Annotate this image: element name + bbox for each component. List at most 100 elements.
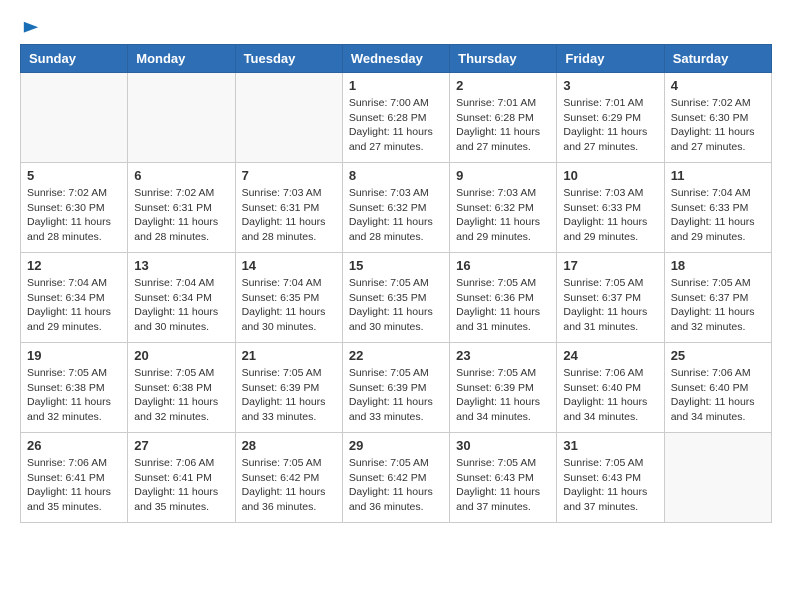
day-number: 30 — [456, 438, 550, 453]
day-number: 27 — [134, 438, 228, 453]
header — [20, 20, 772, 34]
day-info: Sunrise: 7:02 AM Sunset: 6:31 PM Dayligh… — [134, 186, 228, 245]
day-info: Sunrise: 7:05 AM Sunset: 6:38 PM Dayligh… — [27, 366, 121, 425]
day-info: Sunrise: 7:06 AM Sunset: 6:41 PM Dayligh… — [134, 456, 228, 515]
calendar-cell: 11Sunrise: 7:04 AM Sunset: 6:33 PM Dayli… — [664, 163, 771, 253]
day-info: Sunrise: 7:05 AM Sunset: 6:43 PM Dayligh… — [563, 456, 657, 515]
day-number: 15 — [349, 258, 443, 273]
calendar-cell: 8 Sunrise: 7:03 AM Sunset: 6:32 PM Daylig… — [342, 163, 449, 253]
calendar-cell: 28 Sunrise: 7:05 AM Sunset: 6:42 PM Dayli… — [235, 433, 342, 523]
day-info: Sunrise: 7:06 AM Sunset: 6:40 PM Dayligh… — [671, 366, 765, 425]
day-number: 14 — [242, 258, 336, 273]
calendar-cell — [664, 433, 771, 523]
day-number: 2 — [456, 78, 550, 93]
day-number: 13 — [134, 258, 228, 273]
day-info: Sunrise: 7:06 AM Sunset: 6:41 PM Dayligh… — [27, 456, 121, 515]
day-number: 17 — [563, 258, 657, 273]
day-number: 4 — [671, 78, 765, 93]
calendar-cell: 18 Sunrise: 7:05 AM Sunset: 6:37 PM Dayli… — [664, 253, 771, 343]
day-number: 12 — [27, 258, 121, 273]
calendar-cell: 3 Sunrise: 7:01 AM Sunset: 6:29 PM Daylig… — [557, 73, 664, 163]
day-number: 22 — [349, 348, 443, 363]
day-number: 10 — [563, 168, 657, 183]
calendar-cell: 29 Sunrise: 7:05 AM Sunset: 6:42 PM Dayli… — [342, 433, 449, 523]
day-info: Sunrise: 7:03 AM Sunset: 6:32 PM Dayligh… — [456, 186, 550, 245]
day-number: 6 — [134, 168, 228, 183]
day-info: Sunrise: 7:05 AM Sunset: 6:37 PM Dayligh… — [563, 276, 657, 335]
day-number: 23 — [456, 348, 550, 363]
day-info: Sunrise: 7:05 AM Sunset: 6:42 PM Dayligh… — [349, 456, 443, 515]
logo-flag-icon — [22, 20, 40, 38]
calendar-cell: 20Sunrise: 7:05 AM Sunset: 6:38 PM Dayli… — [128, 343, 235, 433]
calendar-cell: 5 Sunrise: 7:02 AM Sunset: 6:30 PM Daylig… — [21, 163, 128, 253]
day-number: 3 — [563, 78, 657, 93]
day-info: Sunrise: 7:05 AM Sunset: 6:38 PM Dayligh… — [134, 366, 228, 425]
day-number: 21 — [242, 348, 336, 363]
calendar-week-row-4: 19 Sunrise: 7:05 AM Sunset: 6:38 PM Dayli… — [21, 343, 772, 433]
day-number: 31 — [563, 438, 657, 453]
calendar-header-tuesday: Tuesday — [235, 45, 342, 73]
calendar-cell: 6 Sunrise: 7:02 AM Sunset: 6:31 PM Daylig… — [128, 163, 235, 253]
day-number: 19 — [27, 348, 121, 363]
day-info: Sunrise: 7:05 AM Sunset: 6:43 PM Dayligh… — [456, 456, 550, 515]
calendar-header-row: SundayMondayTuesdayWednesdayThursdayFrid… — [21, 45, 772, 73]
calendar-table: SundayMondayTuesdayWednesdayThursdayFrid… — [20, 44, 772, 523]
calendar-cell: 16 Sunrise: 7:05 AM Sunset: 6:36 PM Dayli… — [450, 253, 557, 343]
day-info: Sunrise: 7:05 AM Sunset: 6:42 PM Dayligh… — [242, 456, 336, 515]
day-info: Sunrise: 7:04 AM Sunset: 6:34 PM Dayligh… — [27, 276, 121, 335]
day-number: 26 — [27, 438, 121, 453]
calendar-header-wednesday: Wednesday — [342, 45, 449, 73]
day-info: Sunrise: 7:05 AM Sunset: 6:36 PM Dayligh… — [456, 276, 550, 335]
calendar-week-row-5: 26 Sunrise: 7:06 AM Sunset: 6:41 PM Dayli… — [21, 433, 772, 523]
logo — [20, 20, 40, 34]
calendar-header-sunday: Sunday — [21, 45, 128, 73]
day-info: Sunrise: 7:01 AM Sunset: 6:28 PM Dayligh… — [456, 96, 550, 155]
calendar-cell: 22 Sunrise: 7:05 AM Sunset: 6:39 PM Dayli… — [342, 343, 449, 433]
day-number: 29 — [349, 438, 443, 453]
day-number: 16 — [456, 258, 550, 273]
day-info: Sunrise: 7:03 AM Sunset: 6:31 PM Dayligh… — [242, 186, 336, 245]
day-info: Sunrise: 7:01 AM Sunset: 6:29 PM Dayligh… — [563, 96, 657, 155]
day-info: Sunrise: 7:05 AM Sunset: 6:35 PM Dayligh… — [349, 276, 443, 335]
calendar-cell: 9 Sunrise: 7:03 AM Sunset: 6:32 PM Daylig… — [450, 163, 557, 253]
calendar-cell: 26 Sunrise: 7:06 AM Sunset: 6:41 PM Dayli… — [21, 433, 128, 523]
calendar-cell: 23 Sunrise: 7:05 AM Sunset: 6:39 PM Dayli… — [450, 343, 557, 433]
calendar-cell: 25 Sunrise: 7:06 AM Sunset: 6:40 PM Dayli… — [664, 343, 771, 433]
day-number: 24 — [563, 348, 657, 363]
calendar-cell: 13 Sunrise: 7:04 AM Sunset: 6:34 PM Dayli… — [128, 253, 235, 343]
day-info: Sunrise: 7:06 AM Sunset: 6:40 PM Dayligh… — [563, 366, 657, 425]
calendar-cell — [128, 73, 235, 163]
calendar-cell: 24 Sunrise: 7:06 AM Sunset: 6:40 PM Dayli… — [557, 343, 664, 433]
day-info: Sunrise: 7:04 AM Sunset: 6:34 PM Dayligh… — [134, 276, 228, 335]
day-info: Sunrise: 7:05 AM Sunset: 6:39 PM Dayligh… — [349, 366, 443, 425]
calendar-header-saturday: Saturday — [664, 45, 771, 73]
day-info: Sunrise: 7:05 AM Sunset: 6:39 PM Dayligh… — [456, 366, 550, 425]
calendar-cell: 19 Sunrise: 7:05 AM Sunset: 6:38 PM Dayli… — [21, 343, 128, 433]
day-info: Sunrise: 7:02 AM Sunset: 6:30 PM Dayligh… — [27, 186, 121, 245]
calendar-cell: 7 Sunrise: 7:03 AM Sunset: 6:31 PM Daylig… — [235, 163, 342, 253]
day-info: Sunrise: 7:04 AM Sunset: 6:33 PM Dayligh… — [671, 186, 765, 245]
calendar-header-friday: Friday — [557, 45, 664, 73]
day-number: 5 — [27, 168, 121, 183]
day-info: Sunrise: 7:04 AM Sunset: 6:35 PM Dayligh… — [242, 276, 336, 335]
calendar-week-row-2: 5 Sunrise: 7:02 AM Sunset: 6:30 PM Daylig… — [21, 163, 772, 253]
day-number: 28 — [242, 438, 336, 453]
calendar-header-monday: Monday — [128, 45, 235, 73]
day-info: Sunrise: 7:05 AM Sunset: 6:39 PM Dayligh… — [242, 366, 336, 425]
day-info: Sunrise: 7:00 AM Sunset: 6:28 PM Dayligh… — [349, 96, 443, 155]
calendar-header-thursday: Thursday — [450, 45, 557, 73]
day-info: Sunrise: 7:05 AM Sunset: 6:37 PM Dayligh… — [671, 276, 765, 335]
day-number: 9 — [456, 168, 550, 183]
calendar-cell: 17 Sunrise: 7:05 AM Sunset: 6:37 PM Dayli… — [557, 253, 664, 343]
calendar-cell: 2 Sunrise: 7:01 AM Sunset: 6:28 PM Daylig… — [450, 73, 557, 163]
day-number: 25 — [671, 348, 765, 363]
day-info: Sunrise: 7:03 AM Sunset: 6:32 PM Dayligh… — [349, 186, 443, 245]
day-number: 7 — [242, 168, 336, 183]
calendar-cell: 1 Sunrise: 7:00 AM Sunset: 6:28 PM Daylig… — [342, 73, 449, 163]
day-number: 1 — [349, 78, 443, 93]
day-number: 8 — [349, 168, 443, 183]
day-info: Sunrise: 7:02 AM Sunset: 6:30 PM Dayligh… — [671, 96, 765, 155]
calendar-cell — [235, 73, 342, 163]
calendar-cell: 21 Sunrise: 7:05 AM Sunset: 6:39 PM Dayli… — [235, 343, 342, 433]
day-number: 18 — [671, 258, 765, 273]
